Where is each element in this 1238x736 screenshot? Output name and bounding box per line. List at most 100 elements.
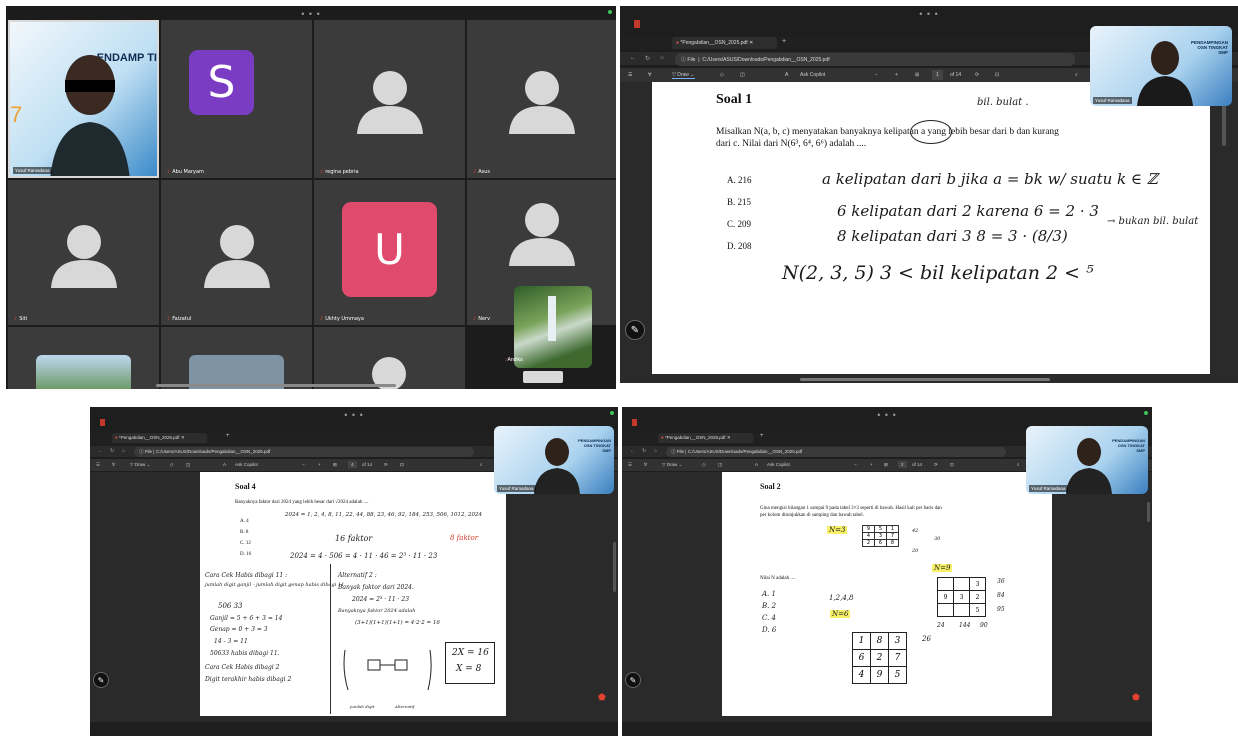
participant-tile-abu[interactable]: S ♪ Abu Maryam bbox=[161, 20, 312, 178]
zoom-in-button[interactable]: + bbox=[318, 462, 321, 467]
pen-icon[interactable]: ✎ bbox=[625, 320, 645, 340]
pdf-tab[interactable]: ● *Pengabdian__OSN_2025.pdf ✕ bbox=[112, 433, 207, 443]
url-input[interactable]: ⓘ File | C:/Users/ASUS/Downloads/Pengabd… bbox=[675, 53, 1075, 66]
participant-name: Siti bbox=[19, 316, 28, 322]
refresh-icon[interactable]: ↻ bbox=[110, 448, 114, 454]
contents-icon[interactable]: ☰ bbox=[628, 72, 632, 78]
grid-cell: 3 bbox=[953, 590, 970, 604]
pdf-tab[interactable]: ● *Pengabdian__OSN_2025.pdf ✕ bbox=[672, 37, 777, 49]
floating-video-tile[interactable] bbox=[514, 286, 592, 368]
close-tab-icon[interactable]: ✕ bbox=[181, 435, 185, 440]
highlight-icon[interactable]: ∀ bbox=[644, 462, 647, 468]
pdf-page[interactable]: Soal 1 Misalkan N(a, b, c) menyatakan ba… bbox=[652, 82, 1210, 374]
back-icon[interactable]: ← bbox=[630, 55, 636, 61]
grid-cell: 8 bbox=[870, 632, 889, 650]
draw-button[interactable]: ▽ Draw ⌄ bbox=[662, 462, 682, 468]
ask-copilot-button[interactable]: Ask Copilot bbox=[800, 72, 825, 78]
view-icon[interactable]: ◫ bbox=[718, 462, 722, 468]
presenter-camera[interactable]: PENDAMPINGAN OSN TINGKAT SMP Yusuf Ramad… bbox=[494, 426, 614, 494]
participant-tile-row3-3[interactable] bbox=[314, 327, 465, 389]
two-page-icon[interactable]: ⊡ bbox=[400, 462, 404, 468]
zoom-in-button[interactable]: + bbox=[895, 72, 898, 78]
zoom-in-button[interactable]: + bbox=[870, 462, 873, 467]
participant-tile-yusuf[interactable]: ENDAMP TI 7 Yusuf Ramadana bbox=[8, 20, 159, 178]
participant-tile-ukhty[interactable]: U ♪ Ukhty Ummaya bbox=[314, 180, 465, 325]
participant-tile-faizatul[interactable]: ♪ Faizatul bbox=[161, 180, 312, 325]
pdf-tab[interactable]: ● *Pengabdian__OSN_2025.pdf ✕ bbox=[658, 433, 753, 443]
participant-tile-row3-1[interactable] bbox=[8, 327, 159, 389]
window-dots[interactable]: • • • bbox=[620, 9, 1238, 19]
home-icon[interactable]: ⌂ bbox=[122, 448, 125, 454]
rotate-icon[interactable]: ⟳ bbox=[934, 462, 938, 468]
presenter-camera[interactable]: PENDAMPINGAN OSN TINGKAT SMP Yusuf Ramad… bbox=[1026, 426, 1148, 494]
pdf-scrollbar[interactable] bbox=[613, 542, 616, 592]
pen-icon[interactable]: ✎ bbox=[93, 672, 109, 688]
grid-scrollbar[interactable] bbox=[156, 384, 396, 387]
draw-button[interactable]: ▽ Draw ⌄ bbox=[130, 462, 150, 468]
participant-tile-regina[interactable]: ♪ regina pebria bbox=[314, 20, 465, 178]
highlight-icon[interactable]: ∀ bbox=[648, 72, 651, 78]
participant-tile-row3-2[interactable] bbox=[161, 327, 312, 389]
h-scrollbar[interactable] bbox=[800, 378, 1050, 381]
new-tab-icon[interactable]: + bbox=[226, 433, 230, 439]
page-number-input[interactable]: 4 bbox=[348, 461, 357, 468]
new-tab-icon[interactable]: + bbox=[760, 433, 764, 439]
close-tab-icon[interactable]: ✕ bbox=[749, 40, 753, 46]
fit-page-icon[interactable]: ⊞ bbox=[333, 462, 337, 468]
page-number-input[interactable]: 2 bbox=[898, 461, 907, 468]
participant-tile-siti[interactable]: ♪ Siti bbox=[8, 180, 159, 325]
pdf-page[interactable]: Soal 2 Gina mengisi bilangan 1 sampai 9 … bbox=[722, 472, 1052, 716]
contents-icon[interactable]: ☰ bbox=[96, 462, 100, 468]
pdf-page[interactable]: Soal 4 Banyaknya faktor dari 2024 yang l… bbox=[200, 472, 506, 716]
rotate-icon[interactable]: ⟳ bbox=[384, 462, 388, 468]
grid-cell: 2 bbox=[870, 649, 889, 667]
presenter-camera[interactable]: PENDAMPINGAN OSN TINGKAT SMP Yusuf Ramad… bbox=[1090, 26, 1232, 106]
window-dots[interactable]: • • • bbox=[90, 410, 618, 420]
rotate-icon[interactable]: ⟳ bbox=[975, 72, 979, 78]
close-tab-icon[interactable]: ✕ bbox=[727, 435, 731, 440]
refresh-icon[interactable]: ↻ bbox=[645, 55, 650, 62]
zoom-out-button[interactable]: − bbox=[302, 462, 305, 467]
pdf-app-icon[interactable]: ⬟ bbox=[598, 692, 606, 703]
refresh-icon[interactable]: ↻ bbox=[642, 448, 646, 454]
search-icon[interactable]: ⌕ bbox=[480, 462, 483, 467]
view-icon[interactable]: ◫ bbox=[740, 72, 745, 78]
participant-label: ♪ Faizatul bbox=[167, 316, 191, 322]
pdf-app-icon[interactable]: ⬟ bbox=[1132, 692, 1140, 703]
url-input[interactable]: ⓘ File | C:/Users/ASUS/Downloads/Pengabd… bbox=[134, 447, 474, 457]
fit-page-icon[interactable]: ⊞ bbox=[915, 72, 919, 78]
highlight-icon[interactable]: ∀ bbox=[112, 462, 115, 468]
contents-icon[interactable]: ☰ bbox=[628, 462, 632, 468]
pen-icon[interactable]: ✎ bbox=[625, 672, 641, 688]
ask-copilot-button[interactable]: Ask Copilot bbox=[767, 462, 790, 467]
two-page-icon[interactable]: ⊡ bbox=[995, 72, 999, 78]
participant-tile-asus[interactable]: ♪ Asus bbox=[467, 20, 616, 178]
ask-copilot-button[interactable]: Ask Copilot bbox=[235, 462, 258, 467]
new-tab-icon[interactable]: + bbox=[782, 38, 786, 45]
small-grid: 951 437 268 bbox=[862, 525, 918, 571]
back-icon[interactable]: ← bbox=[630, 448, 635, 454]
two-page-icon[interactable]: ⊡ bbox=[950, 462, 954, 468]
eraser-icon[interactable]: ◇ bbox=[702, 462, 705, 468]
search-icon[interactable]: ⌕ bbox=[1017, 462, 1020, 467]
pdf-scrollbar[interactable] bbox=[1147, 502, 1150, 522]
read-aloud-icon[interactable]: A bbox=[785, 72, 788, 78]
window-dots[interactable]: • • • bbox=[6, 9, 616, 19]
status-dot bbox=[610, 411, 614, 415]
search-icon[interactable]: ⌕ bbox=[1075, 72, 1078, 78]
zoom-out-button[interactable]: − bbox=[854, 462, 857, 467]
view-icon[interactable]: ◫ bbox=[186, 462, 190, 468]
page-number-input[interactable]: 1 bbox=[932, 70, 943, 80]
eraser-icon[interactable]: ◇ bbox=[720, 72, 724, 78]
zoom-out-button[interactable]: − bbox=[875, 72, 878, 78]
draw-button[interactable]: ▽ Draw ⌄ bbox=[672, 72, 695, 79]
back-icon[interactable]: ← bbox=[98, 448, 103, 454]
window-dots[interactable]: • • • bbox=[622, 410, 1152, 420]
eraser-icon[interactable]: ◇ bbox=[170, 462, 173, 468]
home-icon[interactable]: ⌂ bbox=[660, 55, 664, 61]
read-aloud-icon[interactable]: A bbox=[223, 462, 226, 467]
home-icon[interactable]: ⌂ bbox=[654, 448, 657, 454]
fit-page-icon[interactable]: ⊞ bbox=[884, 462, 888, 468]
url-input[interactable]: ⓘ File | C:/Users/ASUS/Downloads/Pengabd… bbox=[666, 447, 1006, 457]
read-aloud-icon[interactable]: A bbox=[755, 462, 758, 467]
